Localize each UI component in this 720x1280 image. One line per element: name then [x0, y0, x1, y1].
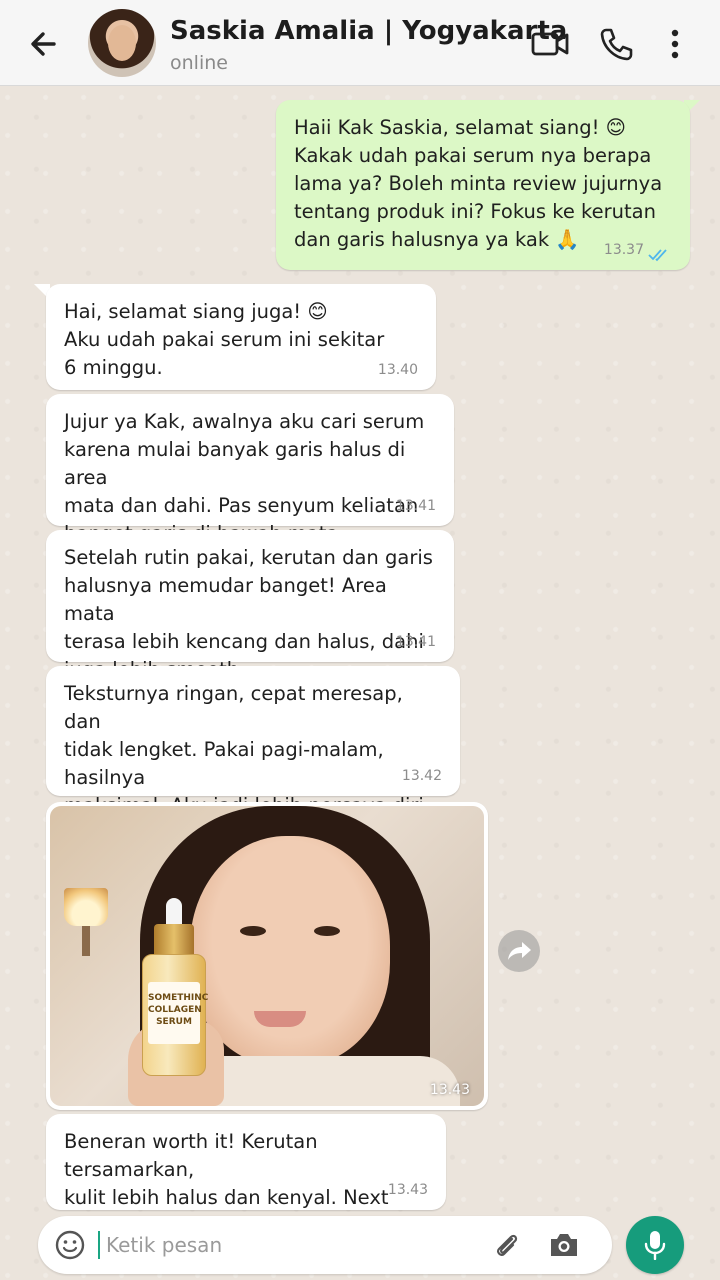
message-time: 13.41 — [395, 498, 436, 514]
contact-status: online — [170, 52, 228, 74]
message-text: Haii Kak Saskia, selamat siang! 😊 Kakak … — [294, 116, 663, 251]
video-call-icon[interactable] — [530, 24, 570, 64]
message-bubble-photo[interactable]: SOMETHINC COLLAGEN SERUM 13.43 — [46, 802, 488, 1110]
avatar[interactable] — [88, 9, 156, 77]
serum-cap — [154, 924, 194, 958]
lamp-base — [82, 926, 90, 956]
product-label: SOMETHINC COLLAGEN SERUM — [148, 982, 208, 1044]
message-composer — [38, 1216, 612, 1274]
message-text: Setelah rutin pakai, kerutan dan garis h… — [64, 546, 433, 681]
message-input[interactable] — [106, 1226, 406, 1264]
message-text: Hai, selamat siang juga! 😊 Aku udah paka… — [64, 300, 385, 379]
product-photo[interactable]: SOMETHINC COLLAGEN SERUM 13.43 — [50, 806, 484, 1106]
message-time: 13.42 — [401, 768, 442, 784]
more-options-icon[interactable] — [655, 24, 695, 64]
text-cursor — [98, 1231, 100, 1259]
eye — [240, 926, 266, 936]
message-time: 13.37 — [603, 242, 644, 258]
emoji-icon[interactable] — [54, 1229, 86, 1261]
lips — [254, 1011, 306, 1027]
message-bubble-incoming[interactable]: Setelah rutin pakai, kerutan dan garis h… — [46, 530, 454, 681]
mic-icon — [644, 1231, 666, 1260]
message-bubble-outgoing[interactable]: Haii Kak Saskia, selamat siang! 😊 Kakak … — [276, 100, 690, 270]
message-bubble-incoming[interactable]: Hai, selamat siang juga! 😊 Aku udah paka… — [46, 284, 436, 390]
read-ticks-icon — [648, 249, 667, 262]
message-bubble-incoming[interactable]: Teksturnya ringan, cepat meresap, dan ti… — [46, 666, 460, 845]
forward-icon — [508, 942, 531, 960]
mic-button[interactable] — [626, 1216, 684, 1274]
chat-header: Saskia Amalia | Yogyakarta online — [0, 0, 720, 86]
message-time: 13.41 — [395, 634, 436, 650]
message-text: Jujur ya Kak, awalnya aku cari serum kar… — [64, 410, 425, 545]
contact-name[interactable]: Saskia Amalia | Yogyakarta — [170, 16, 567, 46]
message-time: 13.43 — [429, 1082, 470, 1098]
face — [190, 836, 390, 1066]
attach-icon[interactable] — [492, 1230, 522, 1260]
message-time: 13.43 — [387, 1182, 428, 1198]
camera-icon[interactable] — [548, 1230, 580, 1260]
message-time: 13.40 — [377, 362, 418, 378]
lamp — [64, 888, 108, 926]
eye — [314, 926, 340, 936]
phone-icon[interactable] — [596, 24, 636, 64]
forward-button[interactable] — [498, 930, 540, 972]
back-arrow-icon[interactable] — [24, 24, 64, 64]
message-bubble-incoming[interactable]: Jujur ya Kak, awalnya aku cari serum kar… — [46, 394, 454, 545]
message-bubble-incoming[interactable]: Beneran worth it! Kerutan tersamarkan, k… — [46, 1114, 446, 1265]
